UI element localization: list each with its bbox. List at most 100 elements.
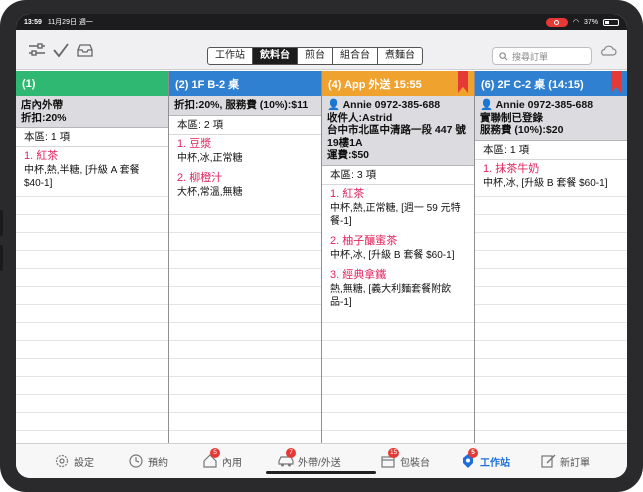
search-input[interactable]: 搜尋訂單 bbox=[492, 47, 592, 65]
segment-grill[interactable]: 煎台 bbox=[298, 48, 333, 64]
volume-button bbox=[0, 245, 3, 271]
tab-badge: 7 bbox=[286, 448, 296, 458]
order-title: (1) bbox=[22, 77, 36, 90]
customer-line: 👤 Annie 0972-385-688 bbox=[327, 99, 441, 111]
tab-badge: 5 bbox=[468, 448, 478, 458]
tab-label: 設定 bbox=[74, 457, 94, 469]
search-placeholder: 搜尋訂單 bbox=[512, 51, 549, 62]
item-name: 3. 經典拿鐵 bbox=[330, 268, 387, 281]
order-info-line: 服務費 (10%):$20 bbox=[480, 124, 564, 136]
tab-bar: 設定 預約 5 內用 7 外帶/外送 15 包裝台 5 工作站 新訂單 bbox=[16, 443, 627, 478]
order-card[interactable]: (2) 1F B-2 桌 折扣:20%, 服務費 (10%):$11 本區: 2… bbox=[169, 71, 322, 443]
item-name: 1. 紅茶 bbox=[330, 187, 365, 200]
order-item[interactable]: 1. 抹茶牛奶 中杯,冰, [升級 B 套餐 $60-1] bbox=[475, 159, 627, 194]
tab-badge: 15 bbox=[388, 448, 400, 458]
item-modifiers: 熱,無糖, [義大利麵套餐附飲品-1] bbox=[330, 283, 452, 308]
tablet-frame: 13:59 11月29日 週一 ◠ 37% 工作站 飲料台 煎台 組合台 煮麵台… bbox=[0, 0, 643, 492]
order-info-line: 店內外帶 bbox=[21, 99, 63, 111]
order-info-line: 台中市北區中清路一段 447 號19樓1A bbox=[327, 124, 466, 149]
tab-label: 工作站 bbox=[480, 457, 510, 469]
recording-indicator-icon bbox=[545, 17, 568, 27]
search-icon bbox=[499, 51, 508, 60]
tab-badge: 5 bbox=[210, 448, 220, 458]
tab-dine-in[interactable]: 5 內用 bbox=[202, 448, 242, 469]
screen: 13:59 11月29日 週一 ◠ 37% 工作站 飲料台 煎台 組合台 煮麵台… bbox=[16, 14, 627, 478]
order-info: 👤 Annie 0972-385-688 收件人:Astrid 台中市北區中清路… bbox=[322, 96, 474, 166]
order-info: 店內外帶 折扣:20% bbox=[16, 96, 168, 128]
order-item[interactable]: 1. 豆漿 中杯,冰,正常糖 bbox=[169, 134, 321, 169]
tab-takeout-delivery[interactable]: 7 外帶/外送 bbox=[278, 448, 341, 469]
order-info-line: 折扣:20%, 服務費 (10%):$11 bbox=[174, 99, 309, 111]
order-header: (6) 2F C-2 桌 (14:15) bbox=[475, 71, 627, 96]
tab-label: 內用 bbox=[222, 457, 242, 469]
item-modifiers: 中杯,冰, [升級 B 套餐 $60-1] bbox=[330, 249, 455, 261]
order-card[interactable]: (6) 2F C-2 桌 (14:15) 👤 Annie 0972-385-68… bbox=[475, 71, 627, 443]
bookmark-icon[interactable] bbox=[458, 71, 468, 93]
order-card[interactable]: (1) 店內外帶 折扣:20% 本區: 1 項 1. 紅茶 中杯,熱,半糖, [… bbox=[16, 71, 169, 443]
new-order-icon bbox=[541, 454, 556, 468]
order-item[interactable]: 1. 紅茶 中杯,熱,半糖, [升級 A 套餐 $40-1] bbox=[16, 147, 168, 194]
order-card[interactable]: (4) App 外送 15:55 👤 Annie 0972-385-688 收件… bbox=[322, 71, 475, 443]
item-modifiers: 中杯,熱,正常糖, [週一 59 元特餐-1] bbox=[330, 202, 461, 227]
sliders-icon[interactable] bbox=[28, 41, 46, 59]
segment-noodle[interactable]: 煮麵台 bbox=[378, 48, 422, 64]
area-count: 本區: 1 項 bbox=[16, 128, 168, 147]
tab-settings[interactable]: 設定 bbox=[54, 453, 94, 469]
customer-line: 👤 Annie 0972-385-688 bbox=[480, 99, 594, 111]
status-time: 13:59 bbox=[24, 18, 42, 26]
battery-percent: 37% bbox=[583, 18, 598, 26]
toolbar: 工作站 飲料台 煎台 組合台 煮麵台 搜尋訂單 bbox=[16, 30, 627, 70]
volume-button bbox=[0, 210, 3, 236]
order-info-line: 收件人:Astrid bbox=[327, 111, 393, 124]
order-item[interactable]: 1. 紅茶 中杯,熱,正常糖, [週一 59 元特餐-1] bbox=[322, 184, 474, 232]
status-bar: 13:59 11月29日 週一 ◠ 37% bbox=[16, 14, 627, 30]
bookmark-icon[interactable] bbox=[611, 71, 621, 93]
checkmark-icon[interactable] bbox=[52, 41, 70, 59]
item-name: 1. 豆漿 bbox=[177, 137, 212, 150]
inbox-icon[interactable] bbox=[76, 41, 94, 59]
tab-reservations[interactable]: 預約 bbox=[128, 453, 168, 469]
order-title: (4) App 外送 15:55 bbox=[328, 78, 422, 91]
order-header: (2) 1F B-2 桌 bbox=[169, 71, 321, 96]
wifi-icon: ◠ bbox=[572, 19, 579, 26]
order-info-line: 折扣:20% bbox=[21, 111, 67, 124]
area-count: 本區: 2 項 bbox=[169, 115, 321, 135]
tab-packaging[interactable]: 15 包裝台 bbox=[380, 448, 430, 469]
station-segmented-control: 工作站 飲料台 煎台 組合台 煮麵台 bbox=[207, 47, 423, 65]
tab-label: 包裝台 bbox=[400, 457, 430, 469]
tab-label: 新訂單 bbox=[560, 457, 590, 469]
item-name: 2. 柚子釀蜜茶 bbox=[330, 234, 398, 247]
home-indicator[interactable] bbox=[266, 471, 376, 474]
order-item[interactable]: 2. 柚子釀蜜茶 中杯,冰, [升級 B 套餐 $60-1] bbox=[322, 231, 474, 266]
tab-workstation[interactable]: 5 工作站 bbox=[460, 448, 510, 469]
order-info: 👤 Annie 0972-385-688 實聯制已登錄 服務費 (10%):$2… bbox=[475, 96, 627, 141]
segment-drinks[interactable]: 飲料台 bbox=[253, 48, 298, 64]
clock-icon bbox=[129, 454, 143, 468]
item-modifiers: 中杯,冰, [升級 B 套餐 $60-1] bbox=[483, 177, 608, 189]
area-count: 本區: 1 項 bbox=[475, 140, 627, 160]
order-info-line: 實聯制已登錄 bbox=[480, 111, 543, 124]
battery-icon bbox=[603, 18, 619, 26]
tab-label: 預約 bbox=[148, 457, 168, 469]
order-item[interactable]: 2. 柳橙汁 大杯,常溫,無糖 bbox=[169, 168, 321, 203]
order-info-line: 運費:$50 bbox=[327, 149, 370, 161]
order-header: (1) bbox=[16, 71, 168, 96]
order-title: (2) 1F B-2 桌 bbox=[175, 78, 240, 91]
tab-label: 外帶/外送 bbox=[298, 457, 341, 469]
order-info: 折扣:20%, 服務費 (10%):$11 bbox=[169, 96, 321, 116]
segment-workstation[interactable]: 工作站 bbox=[208, 48, 253, 64]
order-item[interactable]: 3. 經典拿鐵 熱,無糖, [義大利麵套餐附飲品-1] bbox=[322, 265, 474, 313]
item-modifiers: 中杯,冰,正常糖 bbox=[177, 152, 243, 164]
gear-icon bbox=[55, 454, 69, 468]
order-title: (6) 2F C-2 桌 (14:15) bbox=[481, 78, 584, 91]
cloud-icon[interactable] bbox=[599, 42, 617, 60]
order-columns: (1) 店內外帶 折扣:20% 本區: 1 項 1. 紅茶 中杯,熱,半糖, [… bbox=[16, 71, 627, 443]
area-count: 本區: 3 項 bbox=[322, 165, 474, 185]
order-header: (4) App 外送 15:55 bbox=[322, 71, 474, 96]
tab-new-order[interactable]: 新訂單 bbox=[540, 453, 590, 469]
item-modifiers: 中杯,熱,半糖, [升級 A 套餐 $40-1] bbox=[24, 165, 140, 189]
item-name: 2. 柳橙汁 bbox=[177, 171, 223, 184]
status-date: 11月29日 週一 bbox=[47, 19, 93, 26]
segment-assembly[interactable]: 組合台 bbox=[333, 48, 378, 64]
item-modifiers: 大杯,常溫,無糖 bbox=[177, 186, 243, 198]
